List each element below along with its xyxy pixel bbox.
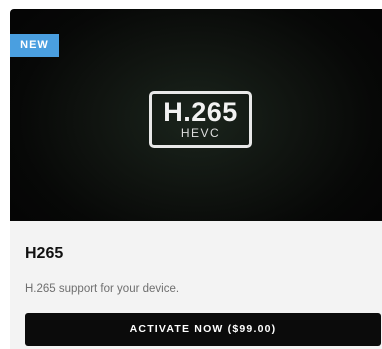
card-body: H265 H.265 support for your device. ACTI… (10, 221, 382, 349)
product-title: H265 (25, 245, 64, 262)
logo-main-text: H.265 (163, 97, 238, 127)
product-image: H.265 HEVC (10, 9, 382, 221)
new-badge: NEW (10, 34, 59, 57)
product-card: H.265 HEVC NEW H265 H.265 support for yo… (10, 9, 382, 349)
logo-sub-text: HEVC (180, 126, 221, 140)
hevc-logo: H.265 HEVC (149, 91, 252, 148)
activate-button[interactable]: ACTIVATE NOW ($99.00) (25, 313, 381, 346)
product-description: H.265 support for your device. (25, 283, 180, 295)
